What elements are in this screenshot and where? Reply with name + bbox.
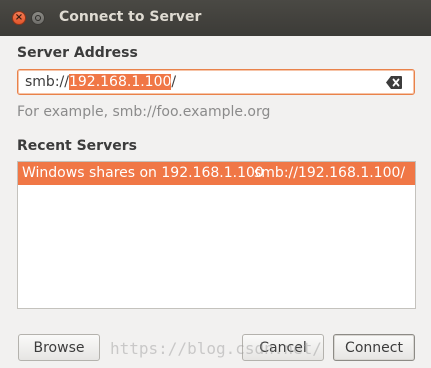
address-selected-text: 192.168.1.100: [68, 74, 172, 90]
recent-server-uri: smb://192.168.1.100/: [254, 165, 406, 181]
minimize-icon: [35, 15, 41, 21]
server-address-hint: For example, smb://foo.example.org: [17, 104, 271, 120]
server-address-value: smb://192.168.1.100/: [25, 74, 176, 90]
clear-icon[interactable]: [386, 76, 402, 89]
recent-server-name: Windows shares on 192.168.1.100: [22, 165, 264, 181]
window-title: Connect to Server: [59, 9, 202, 25]
minimize-button[interactable]: [31, 11, 45, 25]
title-bar: × Connect to Server: [0, 0, 431, 36]
recent-servers-label: Recent Servers: [17, 138, 137, 154]
server-address-input[interactable]: smb://192.168.1.100/: [17, 69, 415, 95]
cancel-button[interactable]: Cancel: [242, 334, 324, 361]
close-button[interactable]: ×: [12, 11, 26, 25]
list-item[interactable]: Windows shares on 192.168.1.100 smb://19…: [18, 162, 415, 185]
address-prefix: smb://: [25, 74, 69, 90]
recent-servers-list[interactable]: Windows shares on 192.168.1.100 smb://19…: [17, 161, 416, 309]
close-icon: ×: [14, 12, 24, 23]
browse-button[interactable]: Browse: [18, 334, 100, 361]
server-address-label: Server Address: [17, 45, 138, 61]
connect-button[interactable]: Connect: [333, 334, 415, 361]
address-suffix: /: [171, 74, 177, 90]
